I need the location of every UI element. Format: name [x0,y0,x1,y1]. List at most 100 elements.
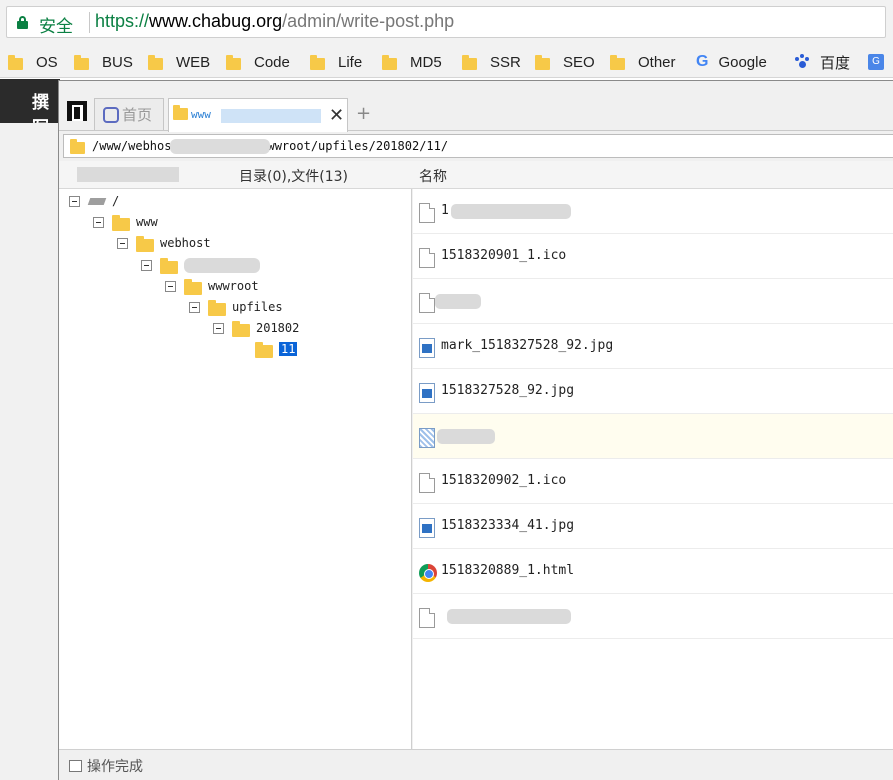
tab-add-icon[interactable]: + [356,103,371,124]
collapse-icon[interactable] [117,237,128,249]
bookmark-baidu[interactable]: 百度 [794,51,850,73]
bookmark-label: SEO [563,53,595,71]
collapse-icon[interactable] [213,322,224,334]
bookmark-label: WEB [176,53,211,71]
file-row[interactable]: mark_1518327528_92.jpg [413,324,893,369]
collapse-icon[interactable] [165,280,176,292]
tree-node-wwwroot[interactable]: wwwroot [165,276,259,296]
folder-icon [112,214,130,231]
item-count: 目录(0),文件(13) [239,169,349,185]
folder-tree: / www webhost wwwroot upfiles 201802 11 [59,189,412,749]
tree-node-201802[interactable]: 201802 [213,318,299,338]
url-path: /admin/write-post.php [282,11,455,31]
chrome-html-icon [419,564,437,582]
tab-current-label: www [191,108,211,121]
bookmark-life[interactable]: Life [310,51,362,73]
url-text[interactable]: https://www.chabug.org/admin/write-post.… [95,11,454,32]
tree-node-label: www [136,215,158,229]
folder-icon [173,105,188,120]
tree-node-webhost[interactable]: webhost [117,233,211,253]
file-row[interactable]: 1518327528_92.jpg [413,369,893,414]
lock-icon [17,16,28,29]
home-icon [103,106,119,123]
status-text: 操作完成 [87,759,143,775]
folder-icon [8,54,23,70]
disk-icon [88,195,106,207]
tree-node-upfiles[interactable]: upfiles [189,297,283,317]
image-file-icon [419,338,435,358]
tree-node-label: / [112,194,120,208]
file-row[interactable]: 1518320902_1.ico [413,459,893,504]
file-row[interactable] [413,594,893,639]
tree-node-label-selected: 11 [279,342,298,356]
bookmark-other[interactable]: Other [610,51,676,73]
tree-node-11[interactable]: 11 [255,339,298,359]
redacted-file-name [447,609,571,624]
bookmark-translate[interactable]: G [868,51,888,73]
file-name: 1518320901_1.ico [441,248,567,263]
bookmark-code[interactable]: Code [226,51,290,73]
file-row-highlighted[interactable] [413,414,893,459]
bookmark-label: OS [36,53,58,71]
status-window-icon [69,760,82,772]
redacted-file-name [437,429,495,444]
tab-close-icon[interactable]: ✕ [329,105,344,126]
collapse-icon[interactable] [189,301,200,313]
google-icon: G [696,53,709,70]
bookmark-web[interactable]: WEB [148,51,210,73]
tree-node-root[interactable]: / [69,191,119,211]
omnibox[interactable]: 安全 https://www.chabug.org/admin/write-po… [6,6,886,38]
bookmark-bus[interactable]: BUS [74,51,133,73]
file-name: 1 [441,203,449,218]
file-name: mark_1518327528_92.jpg [441,338,614,353]
file-row[interactable] [413,279,893,324]
transparent-image-icon [419,428,435,448]
folder-icon [310,54,325,70]
folder-icon [136,235,154,252]
file-row[interactable]: 1518323334_41.jpg [413,504,893,549]
bookmark-ssr[interactable]: SSR [462,51,521,73]
blank-file-icon [419,293,435,313]
tab-home[interactable]: 首页 [94,98,164,130]
tree-node-www[interactable]: www [93,212,158,232]
bookmark-label: SSR [490,53,521,71]
file-name: 1518327528_92.jpg [441,383,575,398]
bookmarks-bar: OS BUS WEB Code Life MD5 SSR SEO Other G… [0,45,893,78]
image-file-icon [419,518,435,538]
bookmark-label: BUS [102,53,133,71]
bookmark-label: MD5 [410,53,442,71]
tab-current-folder[interactable]: www [168,98,348,132]
folder-icon [208,299,226,316]
collapse-icon[interactable] [141,259,152,271]
redacted-file-name [451,204,571,219]
path-bar[interactable]: /www/webhos wwroot/upfiles/201802/11/ [63,134,893,158]
file-name: 1518320889_1.html [441,563,575,578]
tree-node-label: 201802 [256,321,300,335]
blank-file-icon [419,608,435,628]
collapse-icon[interactable] [69,195,80,207]
file-manager-window: 首页 www ✕ + /www/webhos wwroot/upfiles/201… [58,80,893,780]
address-divider [89,12,90,33]
path-prefix: /www/webhos [92,139,172,153]
bookmark-os[interactable]: OS [8,51,58,73]
baidu-paw-icon [794,54,810,70]
bookmark-google[interactable]: G Google [696,51,767,73]
folder-icon [226,54,241,70]
bookmark-md5[interactable]: MD5 [382,51,442,73]
folder-icon [74,54,89,70]
tab-home-label: 首页 [122,106,153,124]
file-row[interactable]: 1 [413,189,893,234]
redacted-tab-title [221,109,321,123]
secure-label: 安全 [39,17,73,37]
folder-icon [610,54,625,70]
tree-node-redacted[interactable] [141,255,260,275]
file-row[interactable]: 1518320889_1.html [413,549,893,594]
column-header-name[interactable]: 名称 [419,166,447,186]
bookmark-label: Code [254,53,290,71]
collapse-icon[interactable] [93,216,104,228]
redacted-folder-name [184,257,260,273]
list-header: 目录(0),文件(13) 名称 [59,161,893,189]
file-row[interactable]: 1518320901_1.ico [413,234,893,279]
open-folder-icon [255,341,273,358]
bookmark-seo[interactable]: SEO [535,51,595,73]
